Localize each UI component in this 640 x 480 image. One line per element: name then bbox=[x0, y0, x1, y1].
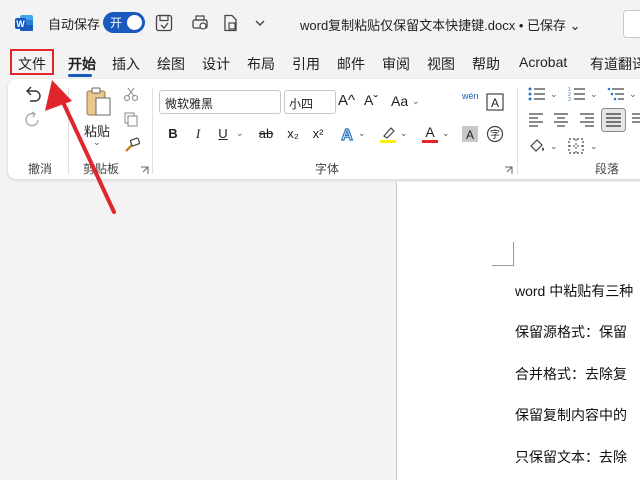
document-line[interactable]: 合并格式：去除复 bbox=[515, 364, 627, 384]
paragraph-shading-icon[interactable] bbox=[527, 137, 547, 155]
redo-icon[interactable] bbox=[22, 110, 44, 130]
font-color-chevron-icon[interactable]: ⌄ bbox=[442, 128, 450, 139]
tab-youdao-translate[interactable]: 有道翻译 bbox=[590, 54, 640, 74]
numbering-chevron-icon[interactable]: ⌄ bbox=[590, 89, 598, 100]
print-preview-icon[interactable] bbox=[190, 13, 210, 33]
subscript-button[interactable]: x₂ bbox=[284, 124, 302, 144]
ribbon-separator bbox=[152, 88, 153, 174]
enclose-characters-icon[interactable]: 字 bbox=[486, 125, 504, 143]
highlighter-icon[interactable] bbox=[378, 124, 398, 144]
undo-icon[interactable] bbox=[22, 85, 44, 105]
svg-text:A: A bbox=[341, 127, 353, 144]
bullets-icon[interactable] bbox=[527, 85, 547, 103]
ribbon-separator bbox=[517, 88, 518, 174]
tab-references[interactable]: 引用 bbox=[292, 54, 320, 74]
text-effects-chevron-icon[interactable]: ⌄ bbox=[358, 128, 366, 139]
search-box[interactable] bbox=[623, 10, 640, 38]
numbering-icon[interactable]: 1 2 3 bbox=[567, 85, 587, 103]
toggle-knob bbox=[127, 15, 142, 30]
save-icon[interactable] bbox=[154, 13, 174, 33]
align-center-icon[interactable] bbox=[552, 112, 570, 128]
paste-icon[interactable] bbox=[82, 86, 114, 118]
font-name-select[interactable]: 微软雅黑 ⌄ bbox=[159, 90, 281, 114]
change-case-chevron-icon[interactable]: ⌄ bbox=[412, 96, 420, 107]
cut-icon[interactable] bbox=[123, 86, 139, 102]
word-app-icon: W bbox=[15, 15, 33, 31]
autosave-toggle[interactable]: 开 bbox=[103, 12, 145, 33]
document-line[interactable]: 保留复制内容中的 bbox=[515, 405, 627, 425]
svg-text:3: 3 bbox=[568, 97, 571, 103]
svg-text:A: A bbox=[491, 96, 499, 110]
clipboard-group-label: 剪贴板 bbox=[83, 162, 120, 176]
chevron-down-icon: ⌄ bbox=[289, 95, 298, 106]
text-effects-icon[interactable]: A bbox=[337, 124, 357, 144]
underline-chevron-icon[interactable]: ⌄ bbox=[236, 128, 244, 139]
shrink-font-button[interactable]: Aˇ bbox=[364, 92, 378, 108]
bullets-chevron-icon[interactable]: ⌄ bbox=[550, 89, 558, 100]
phonetic-guide-button[interactable]: wén bbox=[462, 91, 479, 101]
title-bar: W 自动保存 开 word复制粘贴仅保留文本快捷键.docx • 已保存 ⌄ bbox=[0, 0, 640, 46]
document-page-icon[interactable] bbox=[220, 13, 240, 33]
strikethrough-button[interactable]: ab bbox=[255, 124, 277, 144]
multilevel-list-icon[interactable] bbox=[606, 85, 626, 103]
change-case-button[interactable]: Aa bbox=[391, 93, 408, 109]
customize-toolbar-icon[interactable] bbox=[250, 13, 270, 33]
document-title[interactable]: word复制粘贴仅保留文本快捷键.docx • 已保存 ⌄ bbox=[300, 15, 581, 34]
character-border-icon[interactable]: A bbox=[486, 93, 504, 111]
margin-corner-mark bbox=[492, 242, 514, 266]
file-tab-highlight-box bbox=[10, 49, 54, 75]
document-line[interactable]: 只保留文本：去除 bbox=[515, 447, 627, 467]
superscript-button[interactable]: x² bbox=[309, 124, 327, 144]
italic-button[interactable]: I bbox=[189, 124, 207, 144]
svg-text:A: A bbox=[425, 124, 435, 140]
bold-button[interactable]: B bbox=[164, 124, 182, 144]
font-group-label: 字体 bbox=[315, 162, 340, 176]
grow-font-button[interactable]: A^ bbox=[338, 92, 355, 109]
paragraph-group-label: 段落 bbox=[595, 162, 620, 176]
tab-help[interactable]: 帮助 bbox=[472, 54, 500, 74]
highlighter-chevron-icon[interactable]: ⌄ bbox=[400, 128, 408, 139]
format-painter-icon[interactable] bbox=[123, 136, 141, 154]
autosave-label: 自动保存 bbox=[48, 17, 101, 32]
tab-home[interactable]: 开始 bbox=[68, 54, 96, 74]
ribbon-tabs: 文件 开始 插入 绘图 设计 布局 引用 邮件 审阅 视图 帮助 Acrobat… bbox=[0, 46, 640, 78]
align-right-icon[interactable] bbox=[578, 112, 596, 128]
paste-dropdown-chevron-icon[interactable]: ⌄ bbox=[93, 137, 101, 148]
tab-mailings[interactable]: 邮件 bbox=[337, 54, 365, 74]
copy-icon[interactable] bbox=[123, 111, 139, 127]
multilevel-list-chevron-icon[interactable]: ⌄ bbox=[629, 89, 637, 100]
shading-chevron-icon[interactable]: ⌄ bbox=[550, 141, 558, 152]
font-dialog-launcher-icon[interactable] bbox=[504, 166, 513, 175]
ribbon-separator bbox=[68, 88, 69, 174]
distributed-align-icon[interactable] bbox=[631, 112, 640, 128]
undo-dropdown-chevron-icon[interactable]: ⌄ bbox=[47, 89, 55, 100]
borders-chevron-icon[interactable]: ⌄ bbox=[590, 141, 598, 152]
tab-design[interactable]: 设计 bbox=[202, 54, 230, 74]
svg-text:W: W bbox=[16, 19, 25, 29]
character-shading-icon[interactable]: A bbox=[461, 125, 479, 143]
tab-draw[interactable]: 绘图 bbox=[157, 54, 185, 74]
tab-insert[interactable]: 插入 bbox=[112, 54, 140, 74]
font-size-select[interactable]: 小四 ⌄ bbox=[284, 90, 336, 114]
tab-layout[interactable]: 布局 bbox=[247, 54, 275, 74]
borders-icon[interactable] bbox=[567, 137, 585, 155]
clipboard-dialog-launcher-icon[interactable] bbox=[140, 166, 149, 175]
underline-button[interactable]: U bbox=[214, 124, 232, 144]
undo-group-label: 撤消 bbox=[28, 162, 53, 176]
chevron-down-icon: ⌄ bbox=[165, 95, 174, 106]
document-line[interactable]: word 中粘贴有三种 bbox=[515, 281, 633, 301]
align-left-icon[interactable] bbox=[527, 112, 545, 128]
svg-text:字: 字 bbox=[490, 128, 500, 141]
svg-text:A: A bbox=[466, 128, 474, 142]
tab-review[interactable]: 审阅 bbox=[382, 54, 410, 74]
font-color-icon[interactable]: A bbox=[420, 123, 440, 144]
tab-acrobat[interactable]: Acrobat bbox=[519, 54, 567, 70]
tab-view[interactable]: 视图 bbox=[427, 54, 455, 74]
active-tab-underline bbox=[68, 74, 92, 77]
autosave-toggle-label: 开 bbox=[110, 16, 123, 30]
document-line[interactable]: 保留源格式：保留 bbox=[515, 322, 627, 342]
justify-icon[interactable] bbox=[601, 108, 626, 132]
